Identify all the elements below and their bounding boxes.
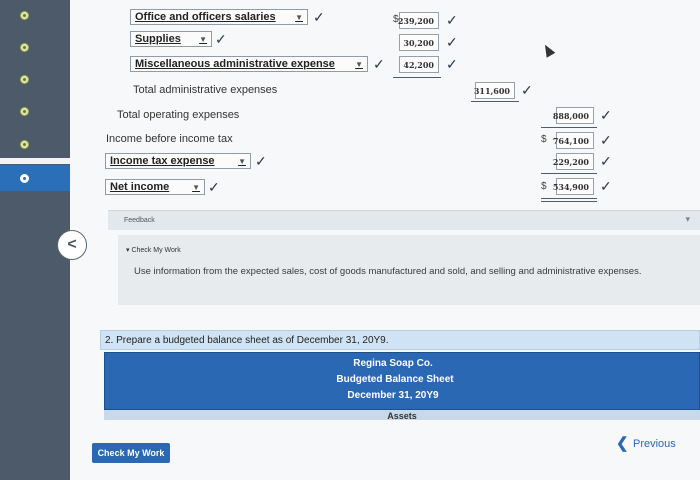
misc-admin-dropdown[interactable]: Miscellaneous administrative expense ▼ [130,56,368,72]
misc-admin-label: Miscellaneous administrative expense [135,58,335,70]
check-mark-icon: ✓ [446,34,458,50]
caret-down-icon: ▼ [192,182,200,192]
nav-item-1[interactable] [0,2,70,28]
feedback-toggle[interactable]: Feedback ▾ [108,210,700,230]
progress-dot-icon [20,74,29,84]
dollar-sign: $ [541,181,547,192]
income-tax-label: Income tax expense [110,155,215,167]
chevron-left-icon: < [67,236,77,253]
caret-down-icon: ▼ [199,34,207,44]
total-admin-amount[interactable]: 311,600 [474,82,515,99]
check-mark-icon: ✓ [208,179,220,195]
check-mark-icon: ✓ [600,178,612,194]
balance-sheet-header: Regina Soap Co. Budgeted Balance Sheet D… [104,352,700,410]
supplies-label: Supplies [135,33,181,45]
check-mark-icon: ✓ [600,132,612,148]
dollar-sign: $ [541,134,547,145]
office-salaries-amount[interactable]: 239,200 [398,12,439,29]
income-before-tax-amount[interactable]: 764,100 [553,132,594,149]
office-salaries-label: Office and officers salaries [135,11,276,23]
caret-down-icon: ▼ [295,12,303,22]
income-tax-dropdown[interactable]: Income tax expense ▼ [105,153,251,169]
total-operating-amount[interactable]: 888,000 [553,107,594,124]
net-income-dropdown[interactable]: Net income ▼ [105,179,205,195]
progress-dot-icon [20,139,29,149]
subtotal-rule [393,77,441,78]
nav-item-2[interactable] [0,34,70,60]
check-mark-icon: ✓ [446,56,458,72]
feedback-label: Feedback [124,217,155,224]
check-mark-icon: ✓ [313,9,325,25]
check-my-work-heading: ▾ Check My Work [126,247,181,254]
income-tax-amount[interactable]: 229,200 [553,153,594,170]
question-2-prompt: 2. Prepare a budgeted balance sheet as o… [100,330,700,350]
net-income-label: Net income [110,181,170,193]
subtotal-rule [471,101,519,102]
check-mark-icon: ✓ [600,153,612,169]
total-operating-label: Total operating expenses [117,109,240,121]
previous-button[interactable]: ❮ Previous [616,434,676,454]
double-underline [541,198,597,202]
check-mark-icon: ✓ [373,56,385,72]
feedback-text: Use information from the expected sales,… [134,266,642,277]
chevron-down-icon: ▾ [685,214,690,224]
statement-date: December 31, 20Y9 [347,390,439,401]
check-mark-icon: ✓ [521,82,533,98]
check-my-work-button[interactable]: Check My Work [92,443,170,463]
nav-item-6-active[interactable] [0,165,70,191]
office-salaries-dropdown[interactable]: Office and officers salaries ▼ [130,9,308,25]
previous-label: Previous [633,438,676,450]
feedback-panel: ▾ Check My Work Use information from the… [118,235,700,305]
progress-dot-icon [20,10,29,20]
rail-divider [0,158,70,164]
caret-down-icon: ▼ [238,156,246,166]
check-mark-icon: ✓ [215,31,227,47]
statement-title: Budgeted Balance Sheet [336,374,454,385]
misc-admin-amount[interactable]: 42,200 [399,56,439,73]
check-mark-icon: ✓ [446,12,458,28]
progress-dot-icon [20,42,29,52]
nav-item-3[interactable] [0,66,70,92]
total-admin-label: Total administrative expenses [133,84,278,96]
nav-item-5[interactable] [0,131,70,157]
chevron-left-icon: ❮ [616,435,629,452]
subtotal-rule [541,127,597,128]
company-name: Regina Soap Co. [353,358,433,369]
progress-dot-icon [20,173,29,183]
nav-item-4[interactable] [0,98,70,124]
supplies-dropdown[interactable]: Supplies ▼ [130,31,212,47]
assets-label: Assets [387,411,417,420]
income-before-tax-label: Income before income tax [106,133,233,145]
supplies-amount[interactable]: 30,200 [399,34,439,51]
check-mark-icon: ✓ [255,153,267,169]
assets-section-header: Assets [104,410,700,420]
check-my-work-title: Check My Work [131,247,181,254]
back-button[interactable]: < [57,230,87,260]
progress-dot-icon [20,106,29,116]
net-income-amount[interactable]: 534,900 [553,178,594,195]
check-mark-icon: ✓ [600,107,612,123]
subtotal-rule [541,173,597,174]
caret-down-icon: ▼ [355,59,363,69]
